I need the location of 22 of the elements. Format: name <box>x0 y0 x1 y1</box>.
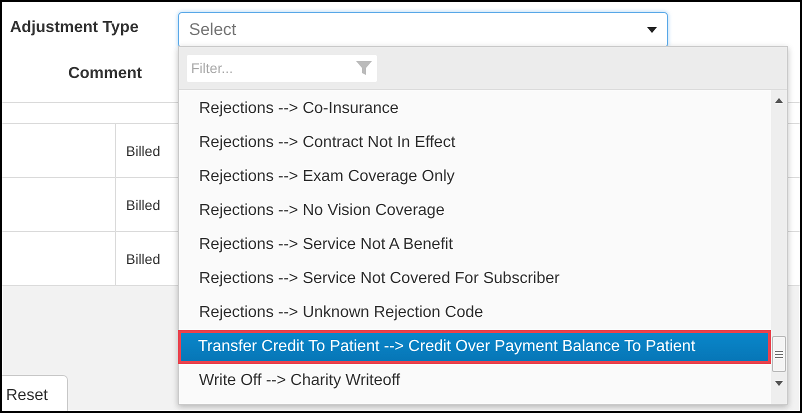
dropdown-option[interactable]: Rejections --> Service Not A Benefit <box>179 228 771 262</box>
field-label: Adjustment Type <box>9 19 140 37</box>
dropdown-option[interactable]: Rejections --> Unknown Rejection Code <box>179 296 771 330</box>
table-cell-text: Billed <box>125 142 162 160</box>
dropdown-option[interactable]: Rejections --> Exam Coverage Only <box>179 160 771 194</box>
filter-field[interactable]: Filter... <box>187 54 377 82</box>
caret-icon <box>647 27 657 33</box>
field-label: Comment <box>67 65 142 83</box>
dropdown-option[interactable]: Rejections --> Service Not Covered For Subscriber <box>179 262 771 296</box>
filter-icon <box>356 60 372 76</box>
scroll-down-icon <box>775 381 783 386</box>
dropdown-option[interactable]: Rejections --> No Vision Coverage <box>179 194 771 228</box>
dropdown-option[interactable]: Write Off --> Charity Writeoff <box>179 364 771 398</box>
dropdown-option[interactable]: Transfer Credit To Patient --> Credit Over Payment Balance To Patient <box>178 330 771 364</box>
scrollbar[interactable] <box>771 90 787 404</box>
reset-button[interactable]: Reset <box>2 375 68 411</box>
scrollbar-thumb[interactable] <box>772 336 786 372</box>
scroll-up-icon <box>775 98 783 103</box>
dropdown-option[interactable]: Rejections --> Contract Not In Effect <box>179 126 771 160</box>
dropdown-option[interactable]: Rejections --> Co-Insurance <box>179 92 771 126</box>
table-cell-text: Billed <box>125 196 162 214</box>
table-cell-text: Billed <box>125 250 162 268</box>
